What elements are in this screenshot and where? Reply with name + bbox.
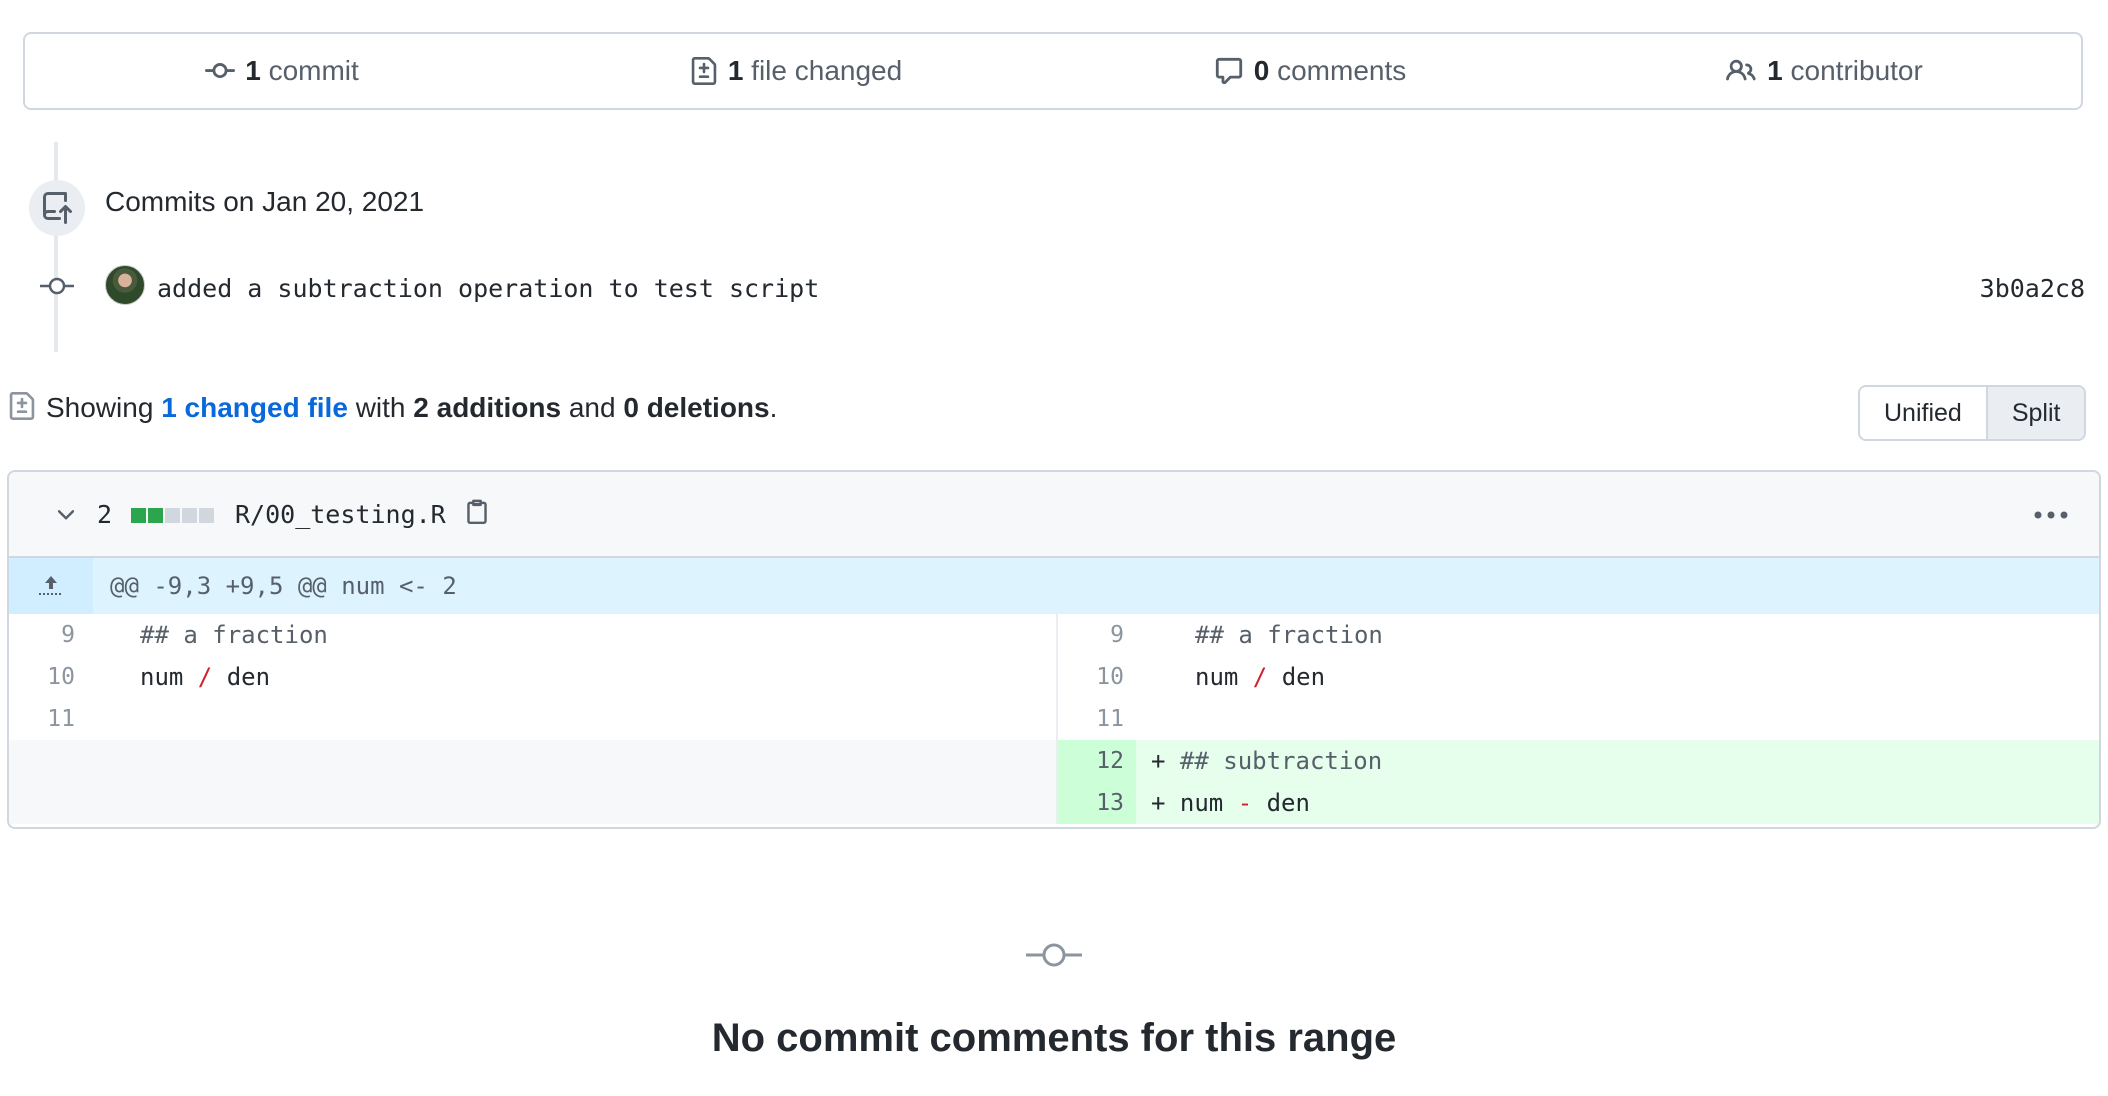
code-token: ## subtraction [1179, 747, 1383, 775]
line-number[interactable]: 11 [1058, 698, 1136, 740]
code-token: num [1179, 789, 1238, 817]
showing-and: and [568, 392, 616, 423]
commit-message-link[interactable]: added a subtraction operation to test sc… [157, 274, 819, 303]
code-token: num [140, 663, 198, 691]
showing-period: . [769, 392, 778, 423]
line-number[interactable]: 9 [9, 614, 87, 656]
commit-count: 1 [245, 55, 261, 86]
commits-date-heading: Commits on Jan 20, 2021 [105, 186, 425, 217]
code-line: ## a fraction [140, 621, 328, 649]
diff-view-toggle: Unified Split [1858, 385, 2087, 441]
diffstat-square-neutral [199, 508, 214, 523]
operator-token: - [1237, 789, 1253, 817]
file-count: 1 [727, 55, 744, 86]
diffstat-square-added [148, 508, 163, 523]
code-token: den [1267, 663, 1326, 691]
comment-count: 0 [1253, 55, 1270, 86]
diff-row: 10 num / den 10 num / den [9, 656, 2099, 698]
file-path-link[interactable]: R/00_testing.R [235, 500, 446, 529]
timeline-line [54, 142, 58, 352]
file-change-count: 2 [97, 500, 113, 529]
empty-cell [9, 782, 1056, 824]
diffstat-bar [131, 508, 214, 523]
code-line: + num - den [1136, 782, 2099, 824]
hunk-header-text: @@ -9,3 +9,5 @@ num <- 2 [110, 572, 457, 600]
empty-cell [9, 740, 1056, 782]
expand-up-button[interactable] [9, 558, 93, 614]
additions-count: 2 additions [413, 392, 562, 423]
chevron-down-icon[interactable] [53, 502, 79, 528]
empty-state-title: No commit comments for this range [711, 1016, 1397, 1060]
code-line: num / den [140, 656, 270, 698]
timeline-badge [29, 180, 85, 236]
line-number[interactable]: 9 [1058, 614, 1136, 656]
operator-token: / [197, 663, 213, 691]
line-number[interactable]: 13 [1058, 782, 1136, 824]
file-diff: 2 R/00_testing.R @@ -9,3 +9,5 @@ num <- … [7, 470, 2101, 829]
code-line: num / den [1195, 656, 1325, 698]
summary-commits[interactable]: 1 commit [25, 55, 539, 87]
people-icon [1726, 59, 1756, 81]
changed-files-link[interactable]: 1 changed file [161, 392, 348, 423]
summary-comments[interactable]: 0 comments [1053, 55, 1567, 87]
line-number[interactable]: 11 [9, 698, 87, 740]
diff-row: 11 11 [9, 698, 2099, 740]
file-header: 2 R/00_testing.R [9, 472, 2099, 558]
split-button[interactable]: Split [1985, 387, 2085, 439]
summary-files[interactable]: 1 file changed [539, 55, 1053, 87]
git-commit-icon [1026, 943, 1082, 967]
avatar[interactable] [105, 265, 145, 305]
fold-up-icon [39, 576, 63, 595]
operator-token: / [1252, 663, 1268, 691]
code-token: num [1195, 663, 1253, 691]
summary-contributors[interactable]: 1 contributor [1567, 55, 2081, 87]
contributor-count: 1 [1767, 55, 1783, 86]
file-label: file changed [751, 55, 903, 86]
addition-marker: + [1151, 789, 1166, 817]
diff-row-added: 12 + ## subtraction [9, 740, 2099, 782]
line-number[interactable]: 10 [1058, 656, 1136, 698]
showing-prefix: Showing [46, 392, 154, 423]
addition-marker: + [1151, 747, 1166, 775]
line-number[interactable]: 10 [9, 656, 87, 698]
diffstat-square-added [131, 508, 146, 523]
hunk-header: @@ -9,3 +9,5 @@ num <- 2 [9, 558, 2099, 614]
code-token: den [1252, 789, 1310, 817]
showing-with: with [355, 392, 406, 423]
commit-label: commit [268, 55, 359, 86]
deletions-count: 0 deletions [623, 392, 770, 423]
kebab-horizontal-icon[interactable] [2033, 510, 2069, 520]
line-number[interactable]: 12 [1058, 740, 1136, 782]
repo-push-icon [43, 192, 72, 224]
copy-icon[interactable] [464, 496, 490, 526]
comment-icon [1215, 57, 1242, 85]
file-diff-icon [691, 57, 717, 85]
git-commit-icon [40, 277, 74, 295]
code-token: den [212, 663, 271, 691]
comment-label: comments [1277, 55, 1407, 86]
git-commit-icon [205, 63, 236, 79]
unified-button[interactable]: Unified [1860, 387, 1986, 439]
diffstat-square-neutral [165, 508, 180, 523]
diff-row-added: 13 + num - den [9, 782, 2099, 824]
diffstat-square-neutral [182, 508, 197, 523]
summary-bar: 1 commit 1 file changed 0 comments 1 con… [23, 32, 2083, 110]
contributor-label: contributor [1790, 55, 1923, 86]
code-line: ## a fraction [1195, 621, 1383, 649]
code-line: + ## subtraction [1136, 740, 2099, 782]
diff-row: 9 ## a fraction 9 ## a fraction [9, 614, 2099, 656]
file-diff-icon [9, 392, 35, 420]
diff-summary: Showing 1 changed file with 2 additions … [46, 392, 777, 424]
commit-sha-link[interactable]: 3b0a2c8 [1980, 274, 2085, 303]
